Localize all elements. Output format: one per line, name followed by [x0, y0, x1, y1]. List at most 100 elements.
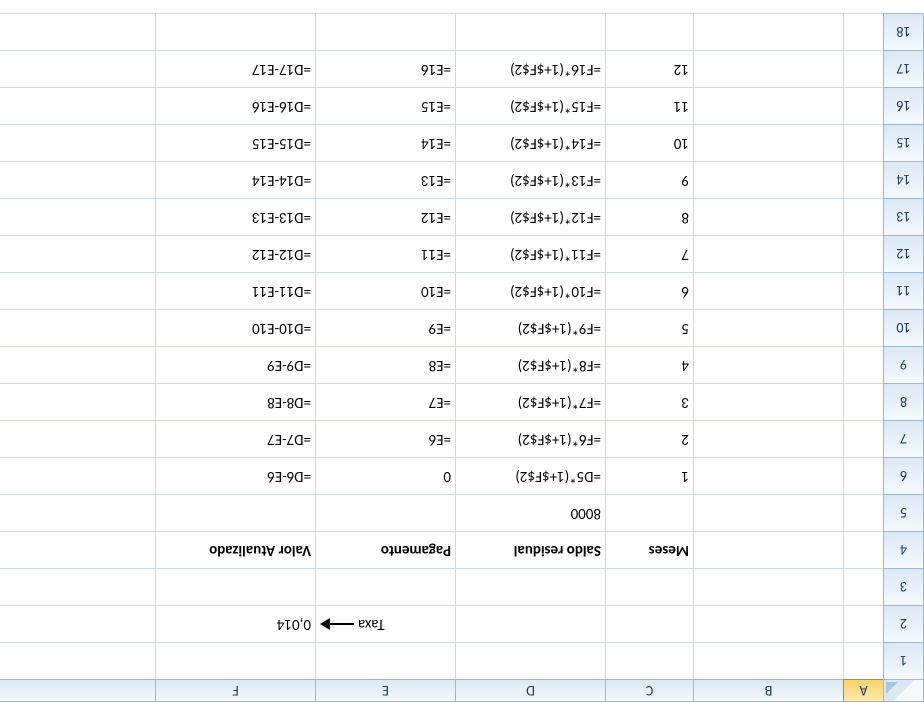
cell-B4[interactable]: [693, 531, 843, 568]
cell-G7[interactable]: [0, 420, 155, 457]
cell-C1[interactable]: [605, 642, 693, 679]
cell-A17[interactable]: [843, 50, 883, 87]
cell-E2[interactable]: Taxa: [315, 605, 455, 642]
select-all-corner[interactable]: [883, 679, 923, 701]
row-header-1[interactable]: 1: [883, 642, 923, 679]
cell-D1[interactable]: [455, 642, 605, 679]
cell-D10[interactable]: =F9*(1+$F$2): [455, 309, 605, 346]
cell-E3[interactable]: [315, 568, 455, 605]
cell-F1[interactable]: [155, 642, 315, 679]
row-header-10[interactable]: 10: [883, 309, 923, 346]
row-header-7[interactable]: 7: [883, 420, 923, 457]
cell-D16[interactable]: =F15*(1+$F$2): [455, 87, 605, 124]
cell-F3[interactable]: [155, 568, 315, 605]
cell-B8[interactable]: [693, 383, 843, 420]
cell-A3[interactable]: [843, 568, 883, 605]
cell-G18[interactable]: [0, 13, 155, 50]
cell-G3[interactable]: [0, 568, 155, 605]
cell-A11[interactable]: [843, 272, 883, 309]
cell-A14[interactable]: [843, 161, 883, 198]
row-header-9[interactable]: 9: [883, 346, 923, 383]
col-header-E[interactable]: E: [315, 679, 455, 701]
cell-B16[interactable]: [693, 87, 843, 124]
row-header-12[interactable]: 12: [883, 235, 923, 272]
cell-E8[interactable]: =E7: [315, 383, 455, 420]
cell-B15[interactable]: [693, 124, 843, 161]
cell-C7[interactable]: 2: [605, 420, 693, 457]
cell-A18[interactable]: [843, 13, 883, 50]
cell-E12[interactable]: =E11: [315, 235, 455, 272]
cell-B3[interactable]: [693, 568, 843, 605]
cell-F9[interactable]: =D9-E9: [155, 346, 315, 383]
cell-G1[interactable]: [0, 642, 155, 679]
cell-E5[interactable]: [315, 494, 455, 531]
cell-G13[interactable]: [0, 198, 155, 235]
cell-E14[interactable]: =E13: [315, 161, 455, 198]
cell-B6[interactable]: [693, 457, 843, 494]
cell-B2[interactable]: [693, 605, 843, 642]
cell-E6[interactable]: 0: [315, 457, 455, 494]
cell-A12[interactable]: [843, 235, 883, 272]
cell-E7[interactable]: =E6: [315, 420, 455, 457]
cell-B9[interactable]: [693, 346, 843, 383]
cell-E4[interactable]: Pagamento: [315, 531, 455, 568]
cell-D15[interactable]: =F14*(1+$F$2): [455, 124, 605, 161]
cell-D17[interactable]: =F16*(1+$F$2): [455, 50, 605, 87]
cell-B17[interactable]: [693, 50, 843, 87]
cell-C17[interactable]: 12: [605, 50, 693, 87]
row-header-17[interactable]: 17: [883, 50, 923, 87]
row-header-11[interactable]: 11: [883, 272, 923, 309]
cell-D2[interactable]: [455, 605, 605, 642]
cell-F14[interactable]: =D14-E14: [155, 161, 315, 198]
row-header-16[interactable]: 16: [883, 87, 923, 124]
cell-C3[interactable]: [605, 568, 693, 605]
cell-D13[interactable]: =F12*(1+$F$2): [455, 198, 605, 235]
cell-G11[interactable]: [0, 272, 155, 309]
cell-F17[interactable]: =D17-E17: [155, 50, 315, 87]
col-header-F[interactable]: F: [155, 679, 315, 701]
cell-D3[interactable]: [455, 568, 605, 605]
row-header-13[interactable]: 13: [883, 198, 923, 235]
cell-C18[interactable]: [605, 13, 693, 50]
row-header-2[interactable]: 2: [883, 605, 923, 642]
cell-D12[interactable]: =F11*(1+$F$2): [455, 235, 605, 272]
cell-C9[interactable]: 4: [605, 346, 693, 383]
cell-F7[interactable]: =D7-E7: [155, 420, 315, 457]
cell-E10[interactable]: =E9: [315, 309, 455, 346]
cell-B1[interactable]: [693, 642, 843, 679]
cell-C15[interactable]: 10: [605, 124, 693, 161]
col-header-D[interactable]: D: [455, 679, 605, 701]
cell-A10[interactable]: [843, 309, 883, 346]
cell-B5[interactable]: [693, 494, 843, 531]
col-header-blank[interactable]: [0, 679, 155, 701]
cell-B13[interactable]: [693, 198, 843, 235]
cell-E13[interactable]: =E12: [315, 198, 455, 235]
cell-G2[interactable]: [0, 605, 155, 642]
row-header-15[interactable]: 15: [883, 124, 923, 161]
cell-D8[interactable]: =F7*(1+$F$2): [455, 383, 605, 420]
cell-A1[interactable]: [843, 642, 883, 679]
cell-B14[interactable]: [693, 161, 843, 198]
cell-A16[interactable]: [843, 87, 883, 124]
cell-B11[interactable]: [693, 272, 843, 309]
cell-C2[interactable]: [605, 605, 693, 642]
cell-G8[interactable]: [0, 383, 155, 420]
cell-A9[interactable]: [843, 346, 883, 383]
cell-F2[interactable]: 0,014: [155, 605, 315, 642]
cell-F12[interactable]: =D12-E12: [155, 235, 315, 272]
cell-F16[interactable]: =D16-E16: [155, 87, 315, 124]
cell-F6[interactable]: =D6-E6: [155, 457, 315, 494]
row-header-6[interactable]: 6: [883, 457, 923, 494]
row-header-5[interactable]: 5: [883, 494, 923, 531]
cell-F10[interactable]: =D10-E10: [155, 309, 315, 346]
cell-A15[interactable]: [843, 124, 883, 161]
cell-C14[interactable]: 9: [605, 161, 693, 198]
cell-D6[interactable]: =D5*(1+$F$2): [455, 457, 605, 494]
cell-E1[interactable]: [315, 642, 455, 679]
cell-B18[interactable]: [693, 13, 843, 50]
cell-G9[interactable]: [0, 346, 155, 383]
cell-F13[interactable]: =D13-E13: [155, 198, 315, 235]
cell-B12[interactable]: [693, 235, 843, 272]
cell-F8[interactable]: =D8-E8: [155, 383, 315, 420]
cell-G15[interactable]: [0, 124, 155, 161]
